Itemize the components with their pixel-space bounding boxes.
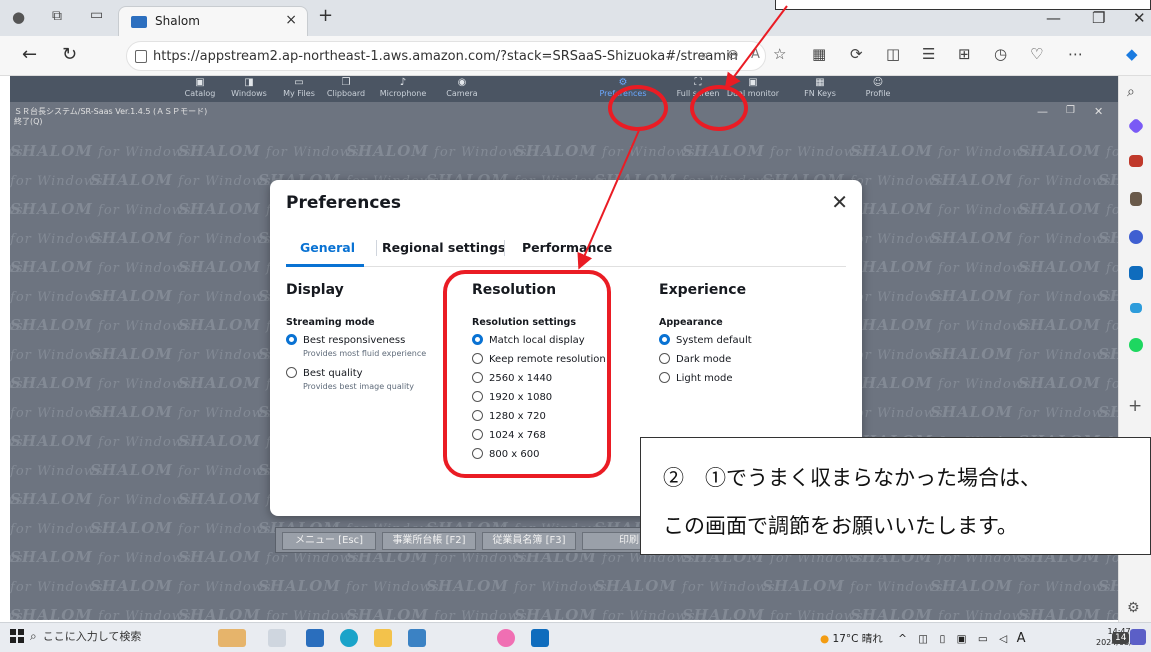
arrow-to-resolution — [577, 127, 641, 270]
callout-line-1: ② ①でうまく収まらなかった場合は、 — [663, 466, 1041, 490]
arrow-to-fullscreen — [724, 5, 788, 90]
instruction-callout: ② ①でうまく収まらなかった場合は、 この画面で調節をお願いいたします。 — [640, 437, 1151, 555]
callout-line-2: この画面で調節をお願いいたします。 — [663, 514, 1018, 538]
